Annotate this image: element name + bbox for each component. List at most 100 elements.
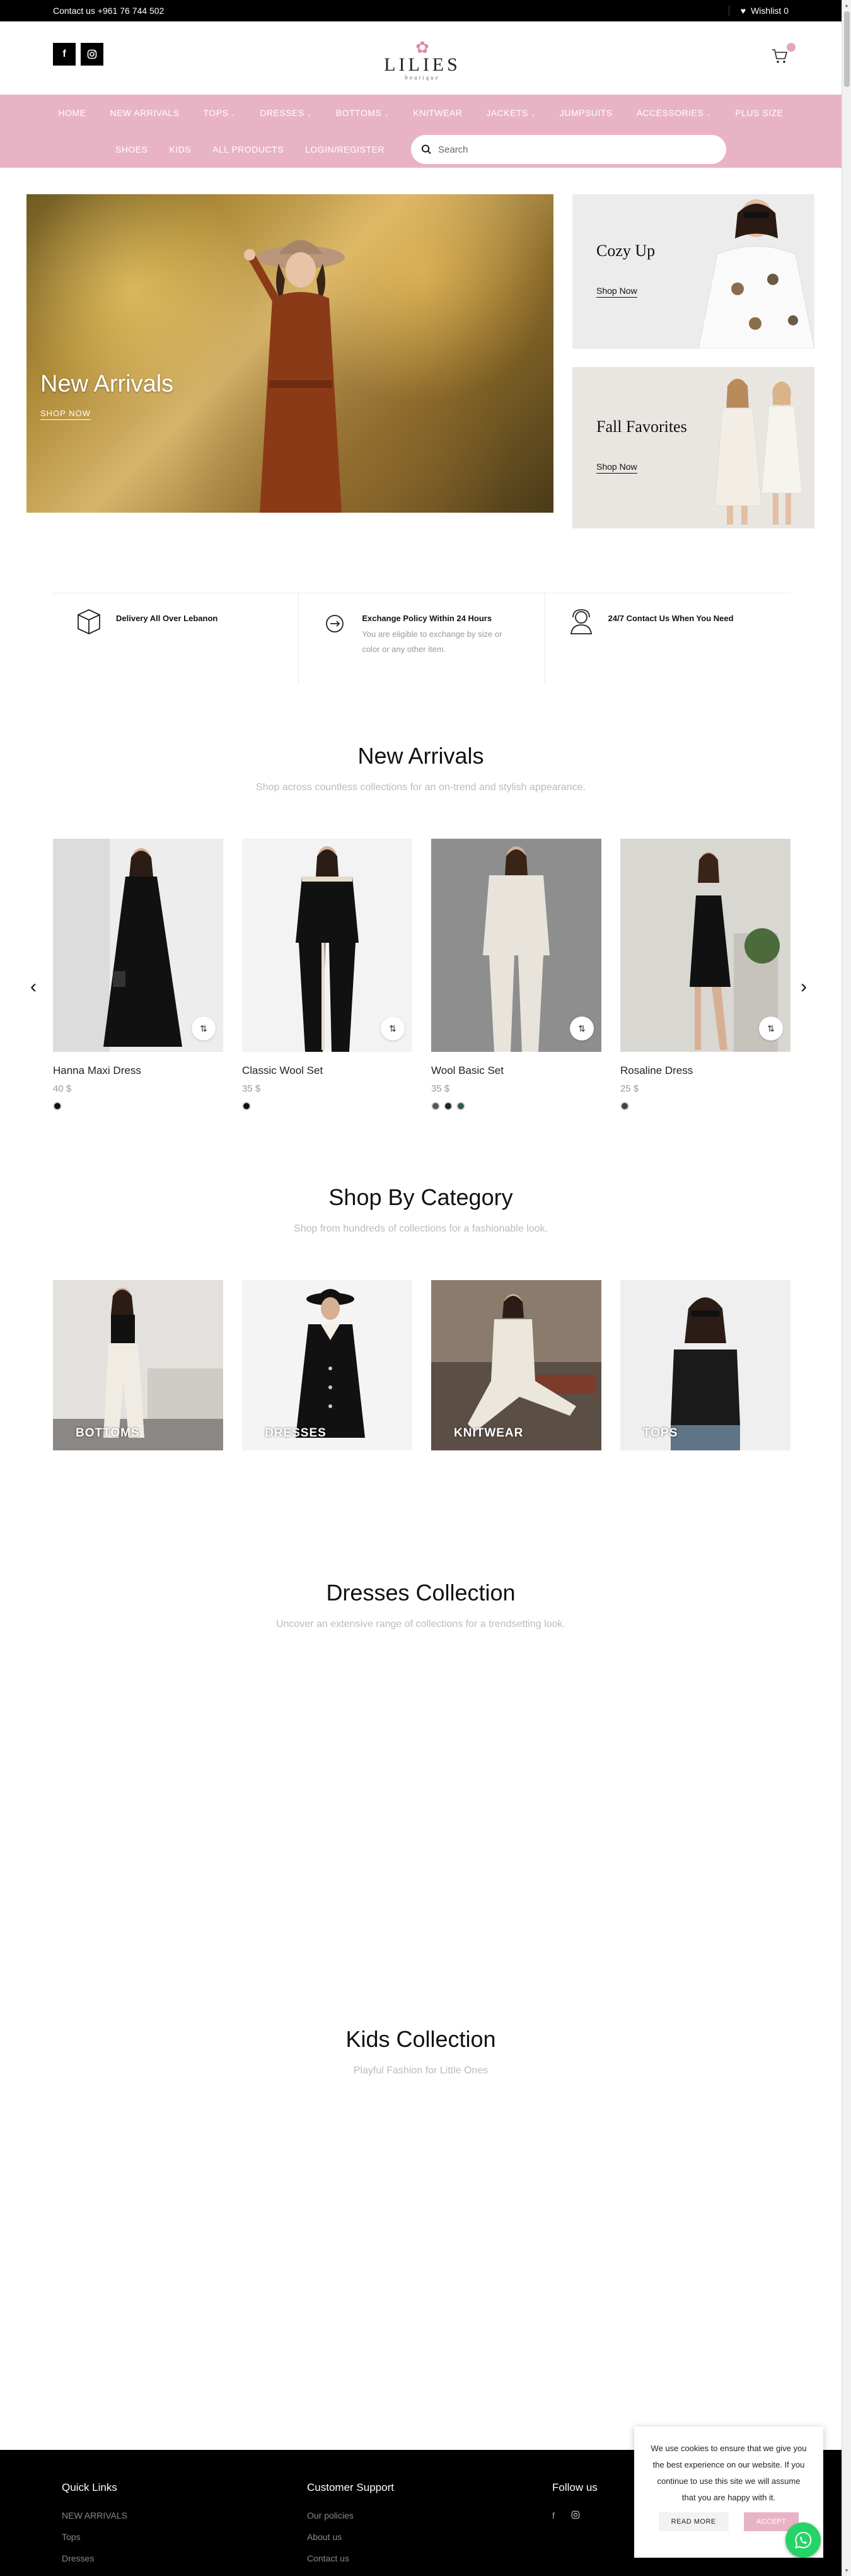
product-name[interactable]: Rosaline Dress [620,1064,790,1077]
kids-collection-title: Kids Collection [345,2026,496,2052]
category-card-dresses[interactable]: DRESSES [242,1280,412,1450]
product-name[interactable]: Wool Basic Set [431,1064,601,1077]
nav-item-home[interactable]: HOME [59,108,86,118]
whatsapp-chat-button[interactable] [785,2522,821,2558]
scroll-down-arrow-icon[interactable]: ▼ [844,2568,849,2573]
cookie-text: We use cookies to ensure that we give yo… [651,2444,807,2502]
nav-item-plus-size[interactable]: PLUS SIZE [735,108,783,118]
nav-item-all-products[interactable]: ALL PRODUCTS [212,144,284,154]
scrollbar-thumb[interactable] [844,11,850,87]
chevron-down-icon: ⌄ [530,111,536,117]
product-swatches [431,1102,601,1110]
nav-item-jumpsuits[interactable]: JUMPSUITS [560,108,613,118]
nav-item-login-register[interactable]: LOGIN/REGISTER [305,144,385,154]
compare-icon: ⇅ [767,1023,775,1034]
promo-cozy-up-image [572,194,814,349]
feature-delivery-title: Delivery All Over Lebanon [116,614,218,623]
color-swatch[interactable] [431,1102,440,1110]
quick-view-button[interactable]: ⇅ [192,1017,216,1040]
nav-item-kids[interactable]: KIDS [169,144,191,154]
cart-button[interactable] [770,43,796,68]
nav-item-accessories[interactable]: ACCESSORIES ⌄ [637,108,712,118]
category-card-bottoms[interactable]: BOTTOMS [53,1280,223,1450]
quick-view-button[interactable]: ⇅ [759,1017,783,1040]
compare-icon: ⇅ [389,1023,397,1034]
carousel-next-arrow-icon[interactable]: › [801,976,807,998]
promo-fall-favorites-link[interactable]: Shop Now [596,462,637,474]
product-price: 40 $ [53,1083,72,1094]
contact-text[interactable]: Contact us +961 76 744 502 [53,6,164,16]
wishlist-link[interactable]: ♥ Wishlist 0 [728,6,789,16]
carousel-prev-arrow-icon[interactable]: ‹ [30,976,37,998]
facebook-icon[interactable]: f [53,43,76,66]
promo-fall-favorites[interactable]: Fall Favorites Shop Now [572,367,814,528]
hero-banner-new-arrivals[interactable]: New Arrivals SHOP NOW [26,194,553,513]
site-logo[interactable]: ✿ LILIES boutique [381,39,463,81]
promo-fall-favorites-title: Fall Favorites [596,417,687,436]
product-card[interactable]: ⇅ Hanna Maxi Dress 40 $ [53,839,223,1110]
color-swatch[interactable] [53,1102,62,1110]
categories-subtitle: Shop from hundreds of collections for a … [294,1223,548,1234]
product-name[interactable]: Hanna Maxi Dress [53,1064,223,1077]
nav-item-new-arrivals[interactable]: NEW ARRIVALS [110,108,180,118]
product-image[interactable]: ⇅ [620,839,790,1052]
nav-item-dresses[interactable]: DRESSES ⌄ [260,108,311,118]
search-icon [421,144,431,154]
footer-link[interactable]: Our policies [307,2510,394,2521]
category-label: DRESSES [265,1426,327,1440]
product-card[interactable]: ⇅ Rosaline Dress 25 $ [620,839,790,1110]
heart-icon: ♥ [740,6,746,16]
nav-item-shoes[interactable]: SHOES [115,144,148,154]
category-label: KNITWEAR [454,1426,524,1440]
nav-row-primary: HOME NEW ARRIVALS TOPS ⌄ DRESSES ⌄ BOTTOMS ⌄ KNI… [0,95,842,131]
product-image[interactable]: ⇅ [242,839,412,1052]
category-image [53,1280,223,1450]
hero-shop-now-link[interactable]: SHOP NOW [40,409,91,420]
hero-model-image [244,240,345,513]
product-image[interactable]: ⇅ [53,839,223,1052]
promo-cozy-up[interactable]: Cozy Up Shop Now [572,194,814,349]
quick-view-button[interactable]: ⇅ [381,1017,405,1040]
product-card[interactable]: ⇅ Classic Wool Set 35 $ [242,839,412,1110]
scroll-up-arrow-icon[interactable]: ▲ [844,3,849,8]
quick-view-button[interactable]: ⇅ [570,1017,594,1040]
footer-link[interactable]: Dresses [62,2553,127,2563]
cookie-read-more-button[interactable]: READ MORE [658,2512,729,2531]
product-name[interactable]: Classic Wool Set [242,1064,412,1077]
product-swatches [620,1102,790,1110]
footer-link[interactable]: Tops [62,2532,127,2542]
facebook-icon[interactable]: f [552,2510,555,2521]
search-input[interactable] [438,144,717,155]
nav-item-label: ACCESSORIES [636,108,704,118]
nav-item-bottoms[interactable]: BOTTOMS ⌄ [336,108,390,118]
instagram-icon[interactable] [571,2510,580,2521]
cart-icon [772,49,788,63]
cart-badge [787,43,796,52]
category-card-tops[interactable]: TOPS [620,1280,790,1450]
product-card[interactable]: ⇅ Wool Basic Set 35 $ [431,839,601,1110]
page-scrollbar[interactable]: ▲ ▼ [842,0,851,2576]
footer-link[interactable]: About us [307,2532,394,2542]
instagram-icon[interactable] [81,43,103,66]
nav-row-secondary: SHOES KIDS ALL PRODUCTS LOGIN/REGISTER [0,131,842,168]
category-card-knitwear[interactable]: KNITWEAR [431,1280,601,1450]
color-swatch[interactable] [456,1102,465,1110]
category-image [431,1280,601,1450]
color-swatch[interactable] [620,1102,629,1110]
product-image[interactable]: ⇅ [431,839,601,1052]
nav-item-jackets[interactable]: JACKETS ⌄ [486,108,536,118]
product-swatches [242,1102,412,1110]
nav-item-label: HOME [58,108,86,118]
footer-link[interactable]: NEW ARRIVALS [62,2510,127,2521]
logo-sub: boutique [405,74,440,81]
nav-item-knitwear[interactable]: KNITWEAR [413,108,462,118]
nav-item-tops[interactable]: TOPS ⌄ [204,108,236,118]
support-agent-icon [570,609,592,634]
search-box[interactable] [411,135,727,164]
footer-link[interactable]: Contact us [307,2553,394,2563]
color-swatch[interactable] [444,1102,453,1110]
color-swatch[interactable] [242,1102,251,1110]
promo-cozy-up-link[interactable]: Shop Now [596,286,637,298]
footer-follow-us: Follow us f [552,2481,598,2521]
kids-collection-subtitle: Playful Fashion for Little Ones [353,2065,489,2076]
